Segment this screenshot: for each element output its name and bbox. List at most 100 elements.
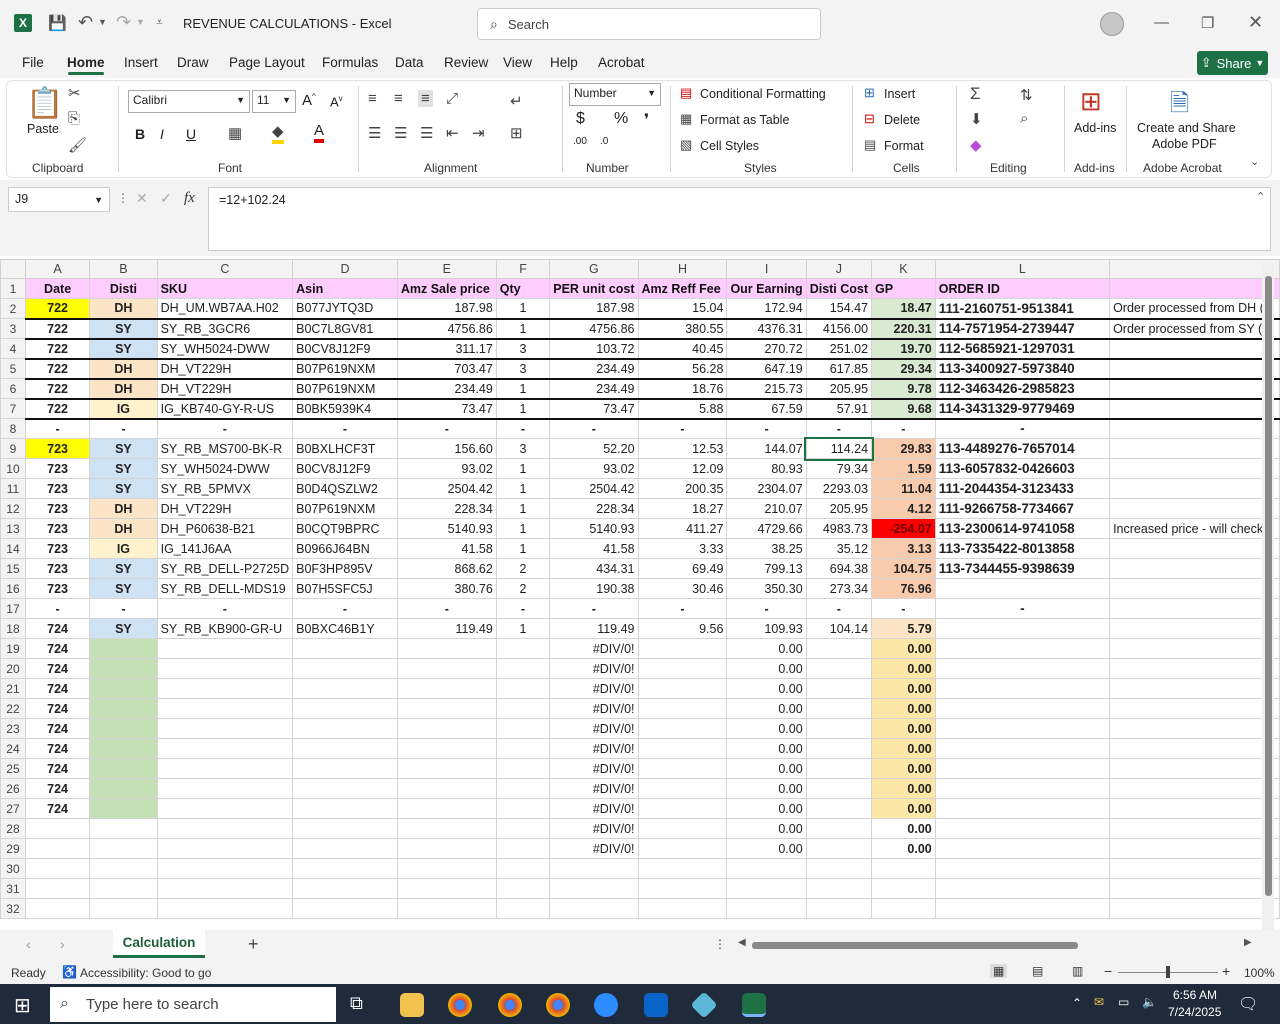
increase-font-icon[interactable]: A^ <box>302 92 316 109</box>
table-cell[interactable]: 234.49 <box>549 358 639 380</box>
table-cell[interactable] <box>934 798 1111 819</box>
table-cell[interactable] <box>934 818 1111 839</box>
table-cell[interactable]: 0.00 <box>726 818 807 839</box>
table-cell[interactable]: 3 <box>495 338 551 360</box>
row-header[interactable]: 10 <box>0 458 26 479</box>
table-cell[interactable]: SY <box>89 478 158 499</box>
table-cell[interactable]: 38.25 <box>726 538 807 559</box>
table-cell[interactable] <box>24 818 91 839</box>
table-cell[interactable]: - <box>871 418 936 439</box>
autosum-icon[interactable]: Σ <box>970 84 981 104</box>
table-cell[interactable] <box>805 798 873 819</box>
menu-help[interactable]: Help <box>550 55 578 70</box>
table-cell[interactable]: 722 <box>24 298 91 320</box>
row-header[interactable]: 7 <box>0 398 26 419</box>
table-cell[interactable] <box>934 838 1111 859</box>
table-cell[interactable]: B0CV8J12F9 <box>292 458 398 479</box>
header-cell[interactable]: Date <box>24 278 91 299</box>
table-cell[interactable]: 228.34 <box>396 498 497 519</box>
scroll-tabs-left-icon[interactable]: ‹ <box>26 936 31 952</box>
table-cell[interactable] <box>637 678 728 699</box>
undo-dropdown-icon[interactable]: ▼ <box>98 17 107 27</box>
table-cell[interactable]: 0.00 <box>871 838 936 859</box>
row-header[interactable]: 23 <box>0 718 26 739</box>
table-cell[interactable] <box>1109 438 1280 459</box>
table-cell[interactable] <box>637 818 728 839</box>
tab-split-icon[interactable]: ⋮ <box>714 937 726 951</box>
table-cell[interactable]: - <box>89 598 158 619</box>
table-cell[interactable] <box>292 818 398 839</box>
table-cell[interactable] <box>292 638 398 659</box>
menu-review[interactable]: Review <box>444 55 488 70</box>
paste-button[interactable]: Paste <box>27 122 59 136</box>
table-cell[interactable] <box>89 678 158 699</box>
table-cell[interactable]: 113-2300614-9741058 <box>934 518 1111 539</box>
table-cell[interactable]: DH_VT229H <box>156 498 294 519</box>
task-view-icon[interactable]: ⧉ <box>350 993 363 1014</box>
row-header[interactable]: 16 <box>0 578 26 599</box>
table-cell[interactable]: #DIV/0! <box>549 698 639 719</box>
percent-icon[interactable]: % <box>614 110 628 128</box>
fill-color-icon[interactable]: ◆ <box>272 122 284 144</box>
row-header[interactable]: 6 <box>0 378 26 399</box>
scroll-left-icon[interactable]: ◀ <box>738 937 746 948</box>
table-cell[interactable]: SY_RB_MS700-BK-R <box>156 438 294 459</box>
table-cell[interactable]: -254.07 <box>871 518 936 539</box>
table-cell[interactable]: 154.47 <box>805 298 873 320</box>
table-cell[interactable]: 1 <box>495 618 551 639</box>
table-cell[interactable]: 205.95 <box>805 378 873 400</box>
table-cell[interactable]: 9.78 <box>871 378 936 400</box>
table-cell[interactable] <box>495 678 551 699</box>
table-cell[interactable]: 41.58 <box>549 538 639 559</box>
table-cell[interactable]: #DIV/0! <box>549 678 639 699</box>
row-header[interactable]: 14 <box>0 538 26 559</box>
chrome-icon[interactable] <box>448 993 472 1017</box>
table-cell[interactable]: 9.68 <box>871 398 936 420</box>
table-cell[interactable]: 5140.93 <box>549 518 639 539</box>
table-cell[interactable] <box>89 738 158 759</box>
table-cell[interactable]: 19.70 <box>871 338 936 360</box>
cut-icon[interactable]: ✂ <box>68 84 81 102</box>
table-cell[interactable] <box>495 718 551 739</box>
header-cell[interactable]: Disti <box>89 278 158 299</box>
table-cell[interactable] <box>396 738 497 759</box>
table-cell[interactable]: 103.72 <box>549 338 639 360</box>
table-cell[interactable] <box>156 698 294 719</box>
row-header[interactable]: 13 <box>0 518 26 539</box>
table-cell[interactable] <box>156 858 294 879</box>
table-cell[interactable]: 113-7344455-9398639 <box>934 558 1111 579</box>
table-cell[interactable]: 113-6057832-0426603 <box>934 458 1111 479</box>
table-cell[interactable]: B0C7L8GV81 <box>292 318 398 340</box>
excel-taskbar-icon[interactable] <box>742 993 766 1017</box>
font-size-select[interactable]: 11 ▼ <box>252 90 296 113</box>
row-header[interactable]: 29 <box>0 838 26 859</box>
table-cell[interactable]: 3.33 <box>637 538 728 559</box>
scroll-tabs-right-icon[interactable]: › <box>60 936 65 952</box>
table-cell[interactable]: - <box>292 418 398 439</box>
table-cell[interactable] <box>1109 338 1280 360</box>
table-cell[interactable] <box>156 758 294 779</box>
column-header[interactable]: J <box>805 259 873 279</box>
row-header[interactable]: 12 <box>0 498 26 519</box>
column-header[interactable]: K <box>871 259 936 279</box>
table-cell[interactable] <box>805 698 873 719</box>
table-cell[interactable] <box>89 778 158 799</box>
cell-styles-button[interactable]: Cell Styles <box>700 139 759 153</box>
find-select-icon[interactable]: ⌕ <box>1020 110 1028 127</box>
menu-data[interactable]: Data <box>395 55 424 70</box>
menu-page-layout[interactable]: Page Layout <box>229 55 305 70</box>
table-cell[interactable]: - <box>396 418 497 439</box>
table-cell[interactable]: 722 <box>24 318 91 340</box>
table-cell[interactable] <box>396 838 497 859</box>
table-cell[interactable] <box>292 698 398 719</box>
table-cell[interactable] <box>89 898 158 919</box>
zoom-level[interactable]: 100% <box>1244 966 1275 980</box>
table-cell[interactable] <box>637 778 728 799</box>
table-cell[interactable] <box>495 658 551 679</box>
table-cell[interactable] <box>934 758 1111 779</box>
redo-icon[interactable]: ↷ <box>116 12 131 33</box>
table-cell[interactable]: 119.49 <box>396 618 497 639</box>
table-cell[interactable]: B07P619NXM <box>292 498 398 519</box>
table-cell[interactable] <box>156 878 294 899</box>
table-cell[interactable]: 0.00 <box>726 798 807 819</box>
